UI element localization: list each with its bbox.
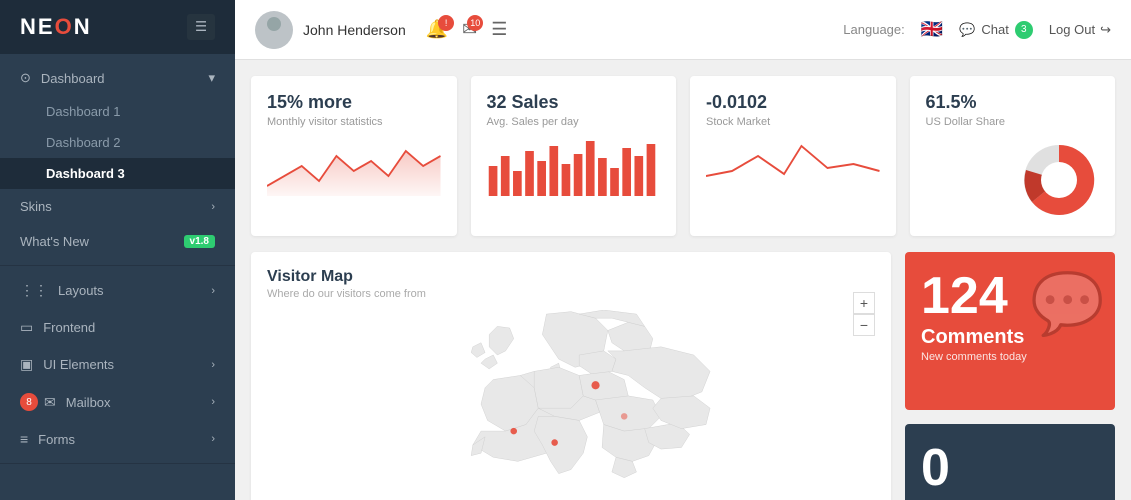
avatar-svg: [255, 11, 293, 49]
europe-map-svg: [267, 310, 875, 490]
whatsnew-badge: v1.8: [184, 235, 215, 248]
dashboard1-label: Dashboard 1: [46, 104, 120, 119]
line-chart-stock: [706, 136, 880, 220]
stat-label-sales: Avg. Sales per day: [487, 116, 661, 128]
forms-label: Forms: [38, 432, 75, 447]
comments-card: 124 Comments New comments today 💬: [905, 252, 1115, 410]
header-username: John Henderson: [303, 22, 406, 38]
header-right: Language: 🇬🇧 💬 Chat 3 Log Out ↪: [843, 19, 1111, 40]
notification-badge: !: [438, 15, 454, 31]
mailbox-arrow-icon: ›: [211, 396, 215, 408]
stat-value-sales: 32 Sales: [487, 92, 661, 113]
stat-card-dollar: 61.5% US Dollar Share: [910, 76, 1116, 236]
stat-card-sales: 32 Sales Avg. Sales per day: [471, 76, 677, 236]
mailbox-icon: ✉: [44, 394, 56, 411]
ui-elements-label: UI Elements: [43, 357, 114, 372]
map-subtitle: Where do our visitors come from: [267, 288, 875, 300]
ui-elements-icon: ▣: [20, 356, 33, 373]
stat-label-stock: Stock Market: [706, 116, 880, 128]
skins-label: Skins: [20, 199, 52, 214]
logout-label: Log Out: [1049, 22, 1095, 37]
hamburger-button[interactable]: ☰: [187, 14, 215, 40]
line-chart-visitors: [267, 136, 441, 220]
chat-count-badge: 3: [1015, 21, 1033, 39]
sidebar-item-frontend[interactable]: ▭ Frontend: [0, 309, 235, 346]
header: John Henderson 🔔 ! ✉ 10 ☰ Language: 🇬🇧 💬…: [235, 0, 1131, 60]
tasks-icon: ☰: [491, 19, 507, 39]
tasks-icon-wrap[interactable]: ☰: [491, 19, 507, 40]
mail-icon-wrap[interactable]: ✉ 10: [462, 19, 477, 40]
frontend-icon: ▭: [20, 319, 33, 336]
sidebar-item-whatsnew[interactable]: What's New v1.8: [0, 224, 235, 259]
pie-chart-svg: [1019, 140, 1099, 220]
followers-card: 0 New Followers: [905, 424, 1115, 500]
sidebar-item-ui-elements[interactable]: ▣ UI Elements ›: [0, 346, 235, 383]
bottom-row: Visitor Map Where do our visitors come f…: [251, 252, 1115, 500]
sidebar-item-layouts[interactable]: ⋮⋮ Layouts ›: [0, 272, 235, 309]
sidebar-nav-section: ⋮⋮ Layouts › ▭ Frontend ▣ UI Elements › …: [0, 266, 235, 464]
sidebar-item-mailbox[interactable]: 8 ✉ Mailbox ›: [0, 383, 235, 421]
dashboard2-label: Dashboard 2: [46, 135, 120, 150]
stat-label-visitors: Monthly visitor statistics: [267, 116, 441, 128]
layouts-label: Layouts: [58, 283, 104, 298]
pie-chart-container: [926, 136, 1100, 220]
sidebar-item-skins[interactable]: Skins ›: [0, 189, 235, 224]
whatsnew-label: What's New: [20, 234, 89, 249]
logout-button[interactable]: Log Out ↪: [1049, 22, 1111, 38]
sidebar: NEON ☰ ⊙ Dashboard ▾ Dashboard 1 Dashboa…: [0, 0, 235, 500]
sidebar-dashboard-section: ⊙ Dashboard ▾ Dashboard 1 Dashboard 2 Da…: [0, 54, 235, 266]
mailbox-label: Mailbox: [66, 395, 111, 410]
dashboard3-label: Dashboard 3: [46, 166, 125, 181]
ui-elements-arrow-icon: ›: [211, 359, 215, 371]
stat-card-stock: -0.0102 Stock Market: [690, 76, 896, 236]
language-flag-icon[interactable]: 🇬🇧: [921, 19, 943, 40]
map-title: Visitor Map: [267, 268, 875, 286]
header-icons: 🔔 ! ✉ 10 ☰: [426, 19, 508, 40]
logo-accent: O: [55, 14, 74, 39]
followers-number: 0: [921, 442, 1099, 494]
map-card: Visitor Map Where do our visitors come f…: [251, 252, 891, 500]
chat-button[interactable]: 💬 Chat 3: [959, 21, 1033, 39]
sidebar-item-dashboard3[interactable]: Dashboard 3: [0, 158, 235, 189]
map-svg-container: [267, 310, 875, 490]
bar-chart-svg: [487, 136, 661, 196]
comments-bg-icon: 💬: [1030, 268, 1105, 339]
main-content: John Henderson 🔔 ! ✉ 10 ☰ Language: 🇬🇧 💬…: [235, 0, 1131, 500]
forms-arrow-icon: ›: [211, 433, 215, 445]
page-content: 15% more Monthly visitor statistics: [235, 60, 1131, 500]
stats-row: 15% more Monthly visitor statistics: [251, 76, 1115, 236]
language-label: Language:: [843, 22, 904, 37]
dashboard-arrow-icon: ▾: [208, 70, 215, 86]
bar-chart-sales: [487, 136, 661, 220]
side-cards: 124 Comments New comments today 💬 0 New …: [905, 252, 1115, 500]
stock-chart-svg: [706, 136, 880, 196]
sidebar-dashboard-parent[interactable]: ⊙ Dashboard ▾: [0, 60, 235, 96]
mail-badge: 10: [467, 15, 483, 31]
notifications-icon-wrap[interactable]: 🔔 !: [426, 19, 448, 40]
user-avatar: [255, 11, 293, 49]
stat-card-visitors: 15% more Monthly visitor statistics: [251, 76, 457, 236]
sidebar-item-forms[interactable]: ≡ Forms ›: [0, 421, 235, 457]
sidebar-item-dashboard1[interactable]: Dashboard 1: [0, 96, 235, 127]
stat-value-stock: -0.0102: [706, 92, 880, 113]
line-chart-svg: [267, 136, 441, 196]
logo-text: NEON: [20, 14, 92, 40]
chat-icon: 💬: [959, 22, 975, 38]
sidebar-dashboard-label: Dashboard: [41, 71, 105, 86]
sidebar-logo: NEON ☰: [0, 0, 235, 54]
sidebar-item-dashboard2[interactable]: Dashboard 2: [0, 127, 235, 158]
stat-value-dollar: 61.5%: [926, 92, 1100, 113]
logout-icon: ↪: [1100, 22, 1111, 38]
skins-arrow-icon: ›: [211, 201, 215, 213]
stat-label-dollar: US Dollar Share: [926, 116, 1100, 128]
forms-icon: ≡: [20, 431, 28, 447]
chat-label: Chat: [981, 22, 1008, 37]
layouts-arrow-icon: ›: [211, 285, 215, 297]
layouts-icon: ⋮⋮: [20, 282, 48, 299]
mailbox-badge: 8: [20, 393, 38, 411]
comments-sublabel: New comments today: [921, 351, 1099, 363]
frontend-label: Frontend: [43, 320, 95, 335]
dashboard-icon: ⊙: [20, 70, 31, 86]
stat-value-visitors: 15% more: [267, 92, 441, 113]
